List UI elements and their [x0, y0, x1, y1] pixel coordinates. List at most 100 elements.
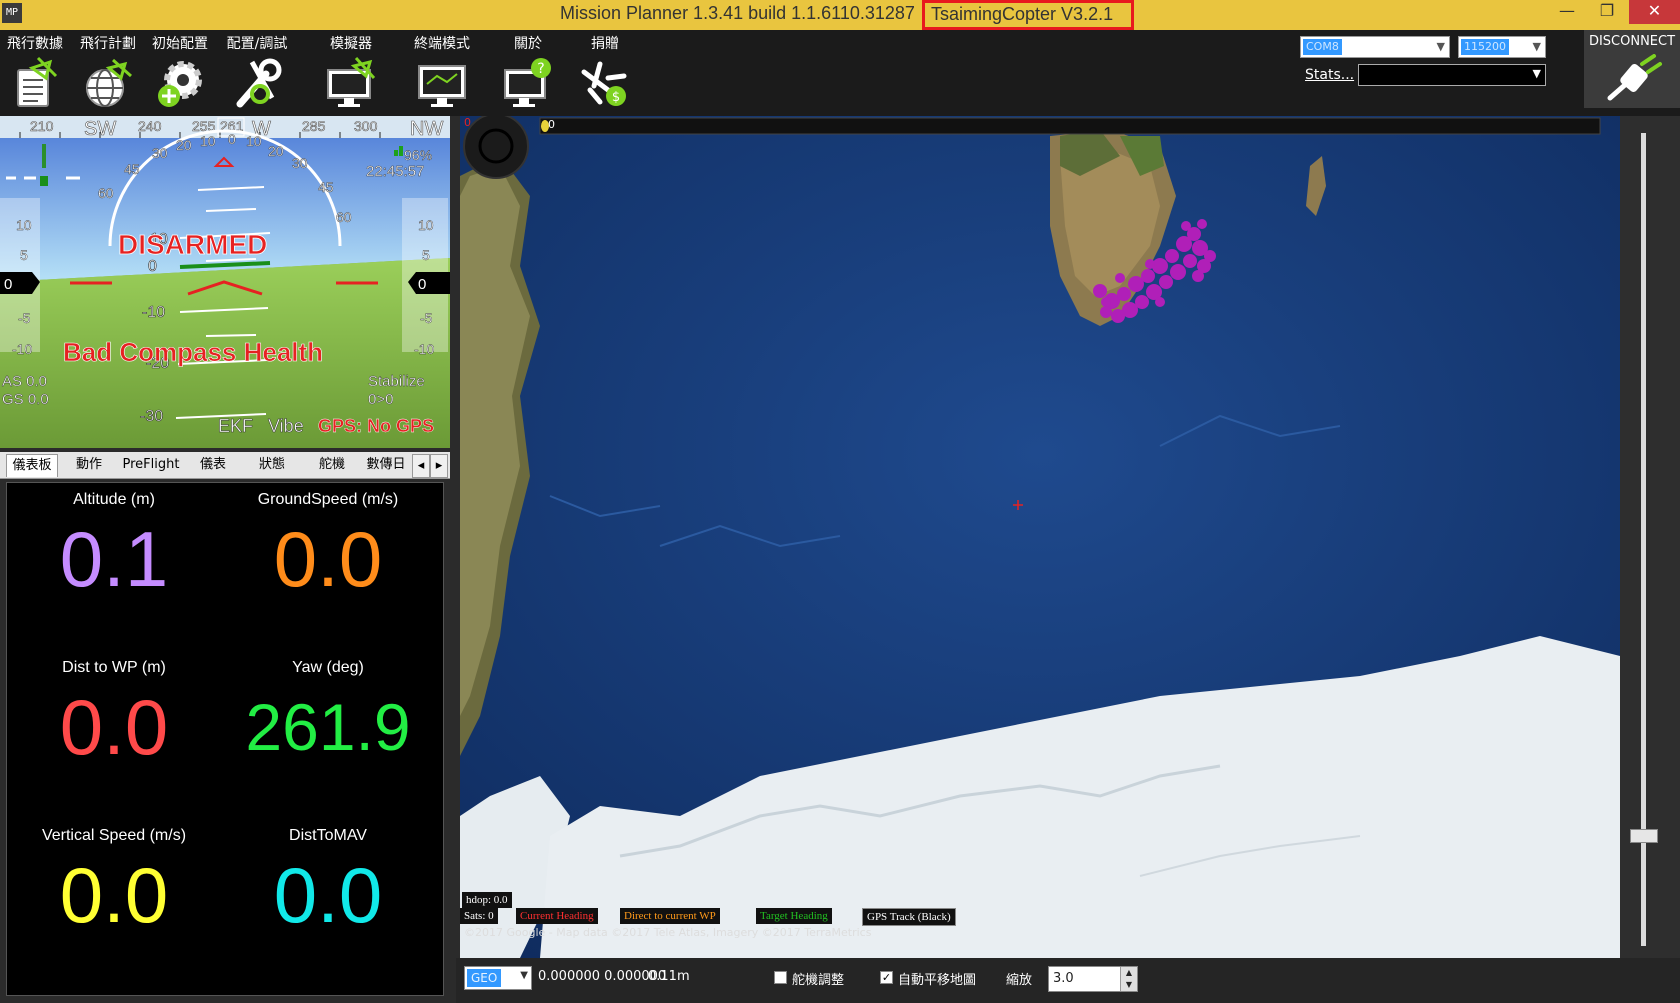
flight-mode-sub: 0>0: [368, 391, 393, 408]
heading-tick: SW: [84, 118, 116, 140]
quick-label: Yaw (deg): [292, 659, 364, 676]
menu-donate[interactable]: 捐贈 $: [568, 30, 642, 116]
menu-label: 初始配置: [152, 36, 208, 52]
firmware-highlight-box: TsaimingCopter V3.2.1: [922, 0, 1134, 30]
vibe-indicator[interactable]: Vibe: [268, 416, 304, 437]
minimize-button[interactable]: —: [1547, 0, 1587, 24]
tab-servo[interactable]: 舵機: [304, 454, 360, 476]
quick-altitude[interactable]: Altitude (m) 0.1: [7, 491, 221, 601]
menu-flight-data[interactable]: 飛行數據: [0, 30, 70, 116]
coordinates-readout: 0.000000 0.000000: [538, 969, 667, 984]
hud-panel[interactable]: 210 SW 240 255 261 W 285 300 NW 60 45 30…: [0, 116, 450, 448]
menu-terminal[interactable]: 終端模式: [398, 30, 486, 116]
heading-tick: NW: [410, 118, 443, 140]
alt-scale-label: -5: [420, 310, 433, 326]
servo-tuning-checkbox[interactable]: [774, 971, 787, 984]
quick-label: Vertical Speed (m/s): [41, 827, 187, 844]
quick-groundspeed[interactable]: GroundSpeed (m/s) 0.0: [221, 491, 435, 601]
coord-type-select[interactable]: GEO ▼: [464, 966, 532, 990]
svg-text:?: ?: [537, 61, 544, 77]
simulation-icon: [327, 56, 376, 107]
speed-scale-label: -10: [12, 341, 32, 357]
quick-dist-to-wp[interactable]: Dist to WP (m) 0.0: [7, 659, 221, 769]
heading-tick: 285: [302, 118, 326, 134]
distance-readout: 0.11m: [648, 969, 690, 984]
legend-target-heading: Target Heading: [756, 908, 832, 924]
menu-initial-setup[interactable]: 初始配置: [144, 30, 216, 116]
menu-config-tuning[interactable]: 配置/調試: [216, 30, 298, 116]
quick-yaw[interactable]: Yaw (deg) 261.9: [221, 659, 435, 769]
info-tabs: 儀表板 動作 PreFlight 儀表 狀態 舵機 數傳日 ◂ ▸: [0, 452, 450, 479]
tab-actions[interactable]: 動作: [62, 454, 116, 476]
flight-mode: Stabilize: [368, 373, 425, 390]
donate-icon: $: [581, 61, 627, 106]
speed-scale-label: 10: [16, 217, 32, 233]
com-port-select[interactable]: COM8 ▼: [1300, 36, 1450, 58]
map-status-bar: GEO ▼ 0.000000 0.000000 0.11m 舵機調整 ✓ 自動平…: [456, 958, 1680, 1003]
menu-label: 終端模式: [414, 36, 470, 52]
tab-scroll-left-icon[interactable]: ◂: [412, 454, 430, 478]
map-red-label: 0: [464, 116, 471, 129]
heading-tick: 240: [138, 118, 162, 134]
svg-text:$: $: [612, 90, 620, 105]
sats-label: Sats: 0: [460, 908, 498, 924]
legend-current-heading: Current Heading: [516, 908, 598, 924]
chevron-down-icon: ▼: [1532, 67, 1541, 80]
roll-label: 30: [152, 145, 168, 161]
roll-label: 45: [124, 161, 140, 177]
tab-quick[interactable]: 儀表板: [6, 454, 58, 477]
flight-plan-icon: [86, 58, 132, 107]
roll-label: 60: [336, 209, 352, 225]
tab-status[interactable]: 狀態: [244, 454, 300, 476]
zoom-label: 縮放: [1006, 973, 1033, 988]
zoom-input[interactable]: 3.0 ▲ ▼: [1048, 966, 1138, 992]
close-button[interactable]: ✕: [1629, 0, 1680, 24]
firmware-title: TsaimingCopter V3.2.1: [931, 4, 1114, 24]
zoom-slider-thumb[interactable]: [1630, 829, 1658, 843]
zoom-slider-track[interactable]: [1641, 133, 1646, 946]
help-icon: ?: [504, 58, 551, 107]
window-title: Mission Planner 1.3.41 build 1.1.6110.31…: [560, 3, 915, 23]
map-view[interactable]: 0 0 hdop: 0.0 Sats: 0 Current Heading Di…: [460, 116, 1620, 958]
groundspeed-readout: GS 0.0: [2, 391, 49, 408]
flight-data-icon: [17, 56, 58, 107]
quick-label: Dist to WP (m): [62, 659, 166, 676]
disconnect-button[interactable]: DISCONNECT: [1584, 30, 1680, 108]
hud-warning: Bad Compass Health: [63, 337, 323, 367]
menu-label: 配置/調試: [226, 36, 288, 52]
progress-label: 0: [548, 118, 555, 131]
tab-scroll-right-icon[interactable]: ▸: [430, 454, 448, 478]
menu-label: 關於: [514, 36, 542, 52]
alt-scale-label: -10: [414, 341, 434, 357]
terminal-icon: [418, 65, 466, 107]
quick-dist-to-mav[interactable]: DistToMAV 0.0: [221, 827, 435, 937]
battery-percent: 96%: [404, 147, 432, 163]
initial-setup-icon: [158, 61, 202, 107]
auto-pan-label: 自動平移地圖: [898, 973, 977, 988]
stats-link[interactable]: Stats...: [1305, 67, 1354, 83]
speed-value: 0: [4, 276, 12, 293]
menu-help[interactable]: 關於 ?: [488, 30, 568, 116]
pitch-label: -30: [140, 408, 163, 425]
chevron-down-icon: ▼: [1532, 40, 1541, 53]
quick-vertical-speed[interactable]: Vertical Speed (m/s) 0.0: [7, 827, 221, 937]
ekf-indicator[interactable]: EKF: [218, 416, 254, 437]
satellite-map: [460, 116, 1620, 958]
stats-select[interactable]: ▼: [1358, 64, 1546, 86]
tab-preflight[interactable]: PreFlight: [120, 454, 182, 476]
config-tuning-icon: [236, 58, 282, 108]
alt-scale-label: 10: [418, 217, 434, 233]
auto-pan-checkbox[interactable]: ✓: [880, 971, 893, 984]
app-logo-icon[interactable]: MP: [2, 3, 22, 23]
roll-label: 10: [200, 133, 216, 149]
menu-flight-plan[interactable]: 飛行計劃: [72, 30, 144, 116]
zoom-spinner-icon[interactable]: ▲ ▼: [1120, 967, 1137, 991]
quick-label: GroundSpeed (m/s): [257, 491, 399, 508]
maximize-button[interactable]: ❐: [1587, 0, 1627, 24]
menu-simulation[interactable]: 模擬器: [305, 30, 397, 116]
plug-icon: [1607, 54, 1662, 101]
baud-rate-select[interactable]: 115200 ▼: [1458, 36, 1546, 58]
tab-gauges[interactable]: 儀表: [186, 454, 240, 476]
tab-telemetry-logs[interactable]: 數傳日: [364, 454, 408, 476]
legend-gps-track: GPS Track (Black): [862, 908, 956, 926]
